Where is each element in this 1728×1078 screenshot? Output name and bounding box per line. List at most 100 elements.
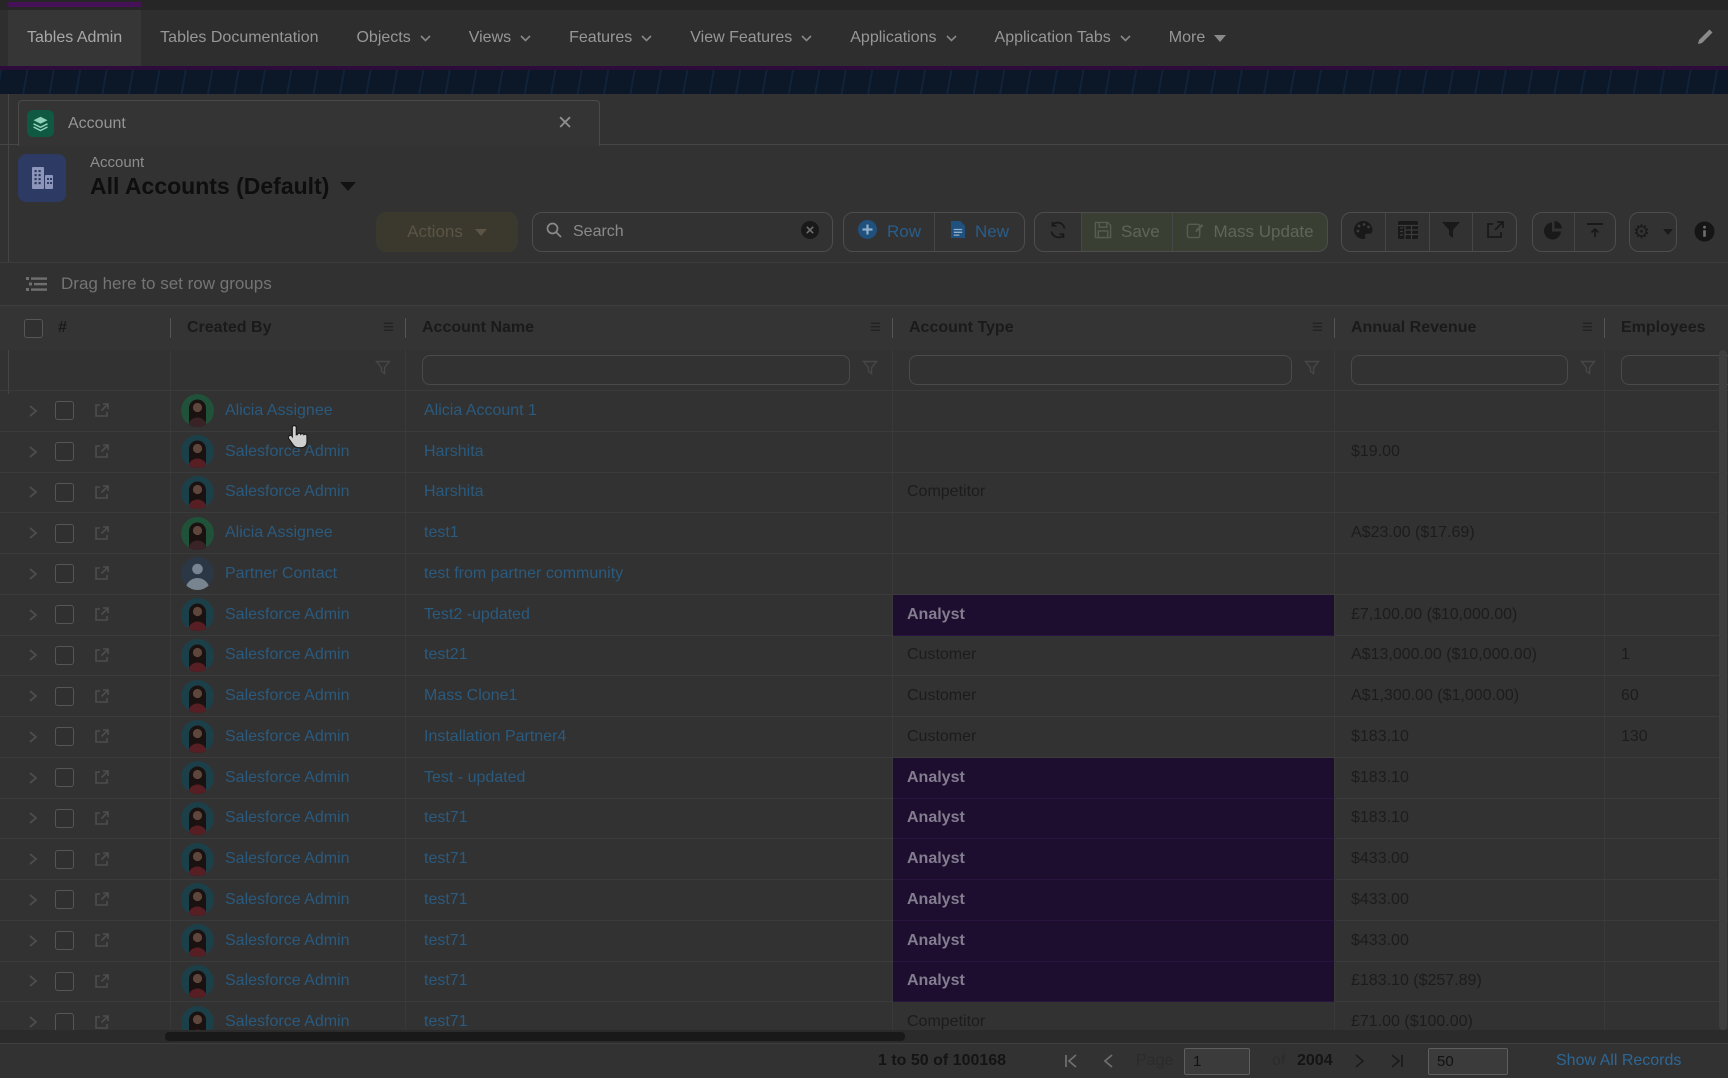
open-record-icon[interactable] [93,851,110,868]
created-by-link[interactable]: Salesforce Admin [225,646,350,664]
column-menu-icon[interactable]: ≡ [383,317,394,339]
edit-pencil-icon[interactable] [1696,28,1714,51]
account-name-link[interactable]: Installation Partner4 [424,728,566,746]
select-all-checkbox[interactable] [24,318,43,338]
created-by-link[interactable]: Salesforce Admin [225,769,350,787]
info-button[interactable] [1694,221,1715,247]
account-name-link[interactable]: Alicia Account 1 [424,402,537,420]
row-checkbox[interactable] [55,890,74,910]
created-by-link[interactable]: Salesforce Admin [225,972,350,990]
expand-row-icon[interactable] [26,648,40,662]
created-by-link[interactable]: Salesforce Admin [225,687,350,705]
created-by-link[interactable]: Salesforce Admin [225,932,350,950]
open-record-icon[interactable] [93,932,110,949]
account-name-link[interactable]: Test2 -updated [424,606,530,624]
expand-row-icon[interactable] [26,526,40,540]
expand-row-icon[interactable] [26,445,40,459]
open-record-icon[interactable] [93,728,110,745]
account-name-link[interactable]: Harshita [424,483,484,501]
open-record-icon[interactable] [93,402,110,419]
row-checkbox[interactable] [55,523,74,543]
row-checkbox[interactable] [55,442,74,462]
row-checkbox[interactable] [55,727,74,747]
open-record-icon[interactable] [93,606,110,623]
expand-row-icon[interactable] [26,485,40,499]
expand-row-icon[interactable] [26,771,40,785]
filter-funnel-icon[interactable] [1580,360,1596,381]
column-header-annual-revenue[interactable]: Annual Revenue ≡ [1335,306,1605,350]
row-checkbox[interactable] [55,931,74,951]
row-checkbox[interactable] [55,808,74,828]
row-checkbox[interactable] [55,768,74,788]
open-record-icon[interactable] [93,769,110,786]
expand-row-icon[interactable] [26,974,40,988]
clear-search-icon[interactable] [800,220,820,245]
open-record-icon[interactable] [93,1014,110,1030]
column-header-created-by[interactable]: Created By ≡ [171,306,406,350]
nav-item-features[interactable]: Features [550,10,671,66]
created-by-link[interactable]: Salesforce Admin [225,728,350,746]
row-checkbox[interactable] [55,482,74,502]
refresh-button[interactable] [1035,213,1081,251]
nav-item-view-features[interactable]: View Features [671,10,831,66]
row-checkbox[interactable] [55,849,74,869]
row-checkbox[interactable] [55,564,74,584]
expand-row-icon[interactable] [26,1015,40,1029]
open-record-icon[interactable] [93,688,110,705]
collapse-rows-button[interactable] [1573,213,1615,251]
expand-row-icon[interactable] [26,689,40,703]
chart-button[interactable] [1533,213,1574,251]
filter-input[interactable] [909,355,1292,385]
nav-item-tables-admin[interactable]: Tables Admin [8,2,142,66]
close-icon[interactable]: ✕ [557,112,573,135]
nav-item-objects[interactable]: Objects [337,10,449,66]
created-by-link[interactable]: Salesforce Admin [225,850,350,868]
created-by-link[interactable]: Salesforce Admin [225,483,350,501]
save-button[interactable]: Save [1080,213,1173,251]
open-record-icon[interactable] [93,647,110,664]
created-by-link[interactable]: Alicia Assignee [225,402,333,420]
account-name-link[interactable]: test71 [424,809,468,827]
open-record-icon[interactable] [93,484,110,501]
open-record-icon[interactable] [93,810,110,827]
account-name-link[interactable]: test71 [424,891,468,909]
account-name-link[interactable]: test1 [424,524,459,542]
column-menu-icon[interactable]: ≡ [870,317,881,339]
vertical-scrollbar[interactable] [1719,350,1727,1030]
expand-row-icon[interactable] [26,567,40,581]
open-record-icon[interactable] [93,443,110,460]
expand-row-icon[interactable] [26,811,40,825]
settings-button[interactable]: ⚙ [1629,212,1677,252]
account-name-link[interactable]: test71 [424,932,468,950]
filter-funnel-icon[interactable] [375,360,391,381]
filter-input[interactable] [1621,355,1728,385]
expand-row-icon[interactable] [26,608,40,622]
open-record-icon[interactable] [93,891,110,908]
expand-row-icon[interactable] [26,852,40,866]
filter-funnel-icon[interactable] [862,360,878,381]
created-by-link[interactable]: Alicia Assignee [225,524,333,542]
table-columns-button[interactable] [1385,213,1429,251]
created-by-link[interactable]: Salesforce Admin [225,891,350,909]
horizontal-scrollbar[interactable] [0,1030,1728,1043]
row-checkbox[interactable] [55,605,74,625]
mass-update-button[interactable]: Mass Update [1172,213,1327,251]
open-record-icon[interactable] [93,565,110,582]
row-groups-drop-zone[interactable]: Drag here to set row groups [0,262,1728,306]
page-number-input[interactable] [1184,1048,1250,1075]
nav-item-tables-documentation[interactable]: Tables Documentation [141,10,337,66]
theme-palette-button[interactable] [1342,213,1385,251]
new-record-button[interactable]: New [934,213,1024,251]
filter-funnel-icon[interactable] [1304,360,1320,381]
nav-item-views[interactable]: Views [450,10,550,66]
account-name-link[interactable]: test from partner community [424,565,623,583]
account-name-link[interactable]: test71 [424,972,468,990]
column-header-account-type[interactable]: Account Type ≡ [893,306,1335,350]
account-name-link[interactable]: test71 [424,850,468,868]
filter-button[interactable] [1428,213,1473,251]
column-header-employees[interactable]: Employees [1605,306,1728,350]
filter-input[interactable] [1351,355,1568,385]
expand-row-icon[interactable] [26,730,40,744]
add-row-button[interactable]: Row [844,213,934,251]
actions-button[interactable]: Actions [376,212,518,252]
